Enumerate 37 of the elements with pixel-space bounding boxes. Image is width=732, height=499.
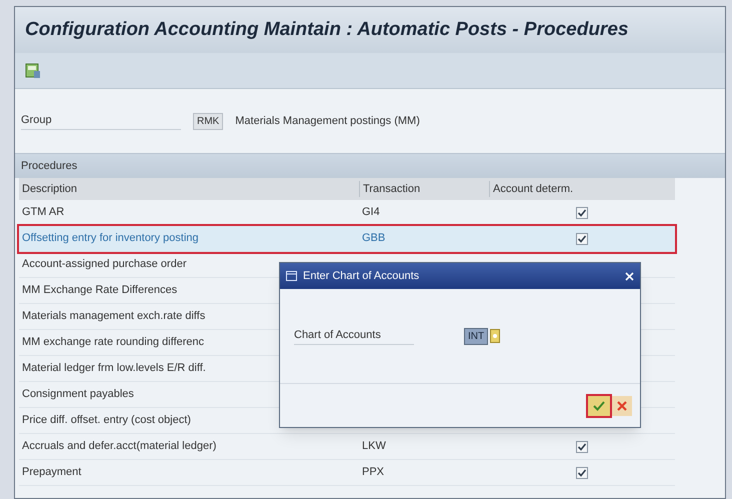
group-field[interactable]: RMK <box>193 112 224 130</box>
table-cell: PPX <box>362 466 384 478</box>
field-label: Chart of Accounts <box>294 327 414 345</box>
table-cell: Prepayment <box>22 466 82 478</box>
column-header: Transaction <box>359 180 489 198</box>
table-row[interactable]: Offsetting entry for inventory posting GBB <box>19 226 675 252</box>
ok-button[interactable] <box>588 396 610 416</box>
table-cell: Account-assigned purchase order <box>22 258 186 270</box>
column-header: Description <box>21 182 78 197</box>
table-cell: MM Exchange Rate Differences <box>22 284 178 296</box>
table-cell: Consignment payables <box>22 388 134 400</box>
save-icon[interactable] <box>25 62 41 78</box>
cancel-button[interactable] <box>612 396 632 416</box>
window-title: Configuration Accounting Maintain : Automatic Posts - Procedures <box>15 7 725 53</box>
close-icon[interactable] <box>625 272 634 280</box>
search-help-icon[interactable] <box>490 329 500 343</box>
checkmark-icon <box>593 400 605 410</box>
table-cell: MM exchange rate rounding differenc <box>22 336 204 348</box>
table-cell: GTM AR <box>22 206 64 218</box>
chart-of-accounts-field[interactable]: INT <box>464 328 488 344</box>
dialog-title: Enter Chart of Accounts <box>303 268 420 284</box>
table-cell: Materials management exch.rate diffs <box>22 310 206 322</box>
table-cell: Price diff. offset. entry (cost object) <box>22 414 191 426</box>
table-cell: Offsetting entry for inventory posting <box>22 232 198 244</box>
group-label: Group <box>21 112 181 130</box>
window-icon <box>286 271 297 281</box>
column-header: Account determ. <box>489 180 675 198</box>
table-row[interactable]: Prepayment PPX <box>19 460 675 486</box>
table-row[interactable]: Accruals and defer.acct(material ledger) LKW <box>19 434 675 460</box>
table-cell: Accruals and defer.acct(material ledger) <box>22 440 216 452</box>
table-cell: GBB <box>362 232 386 244</box>
table-cell: LKW <box>362 440 386 452</box>
table-cell: Material ledger frm low.levels E/R diff. <box>22 362 206 374</box>
section-header: Procedures <box>15 154 725 178</box>
group-description: Materials Management postings (MM) <box>235 114 420 129</box>
close-icon <box>617 400 627 410</box>
table-cell: GI4 <box>362 206 380 218</box>
